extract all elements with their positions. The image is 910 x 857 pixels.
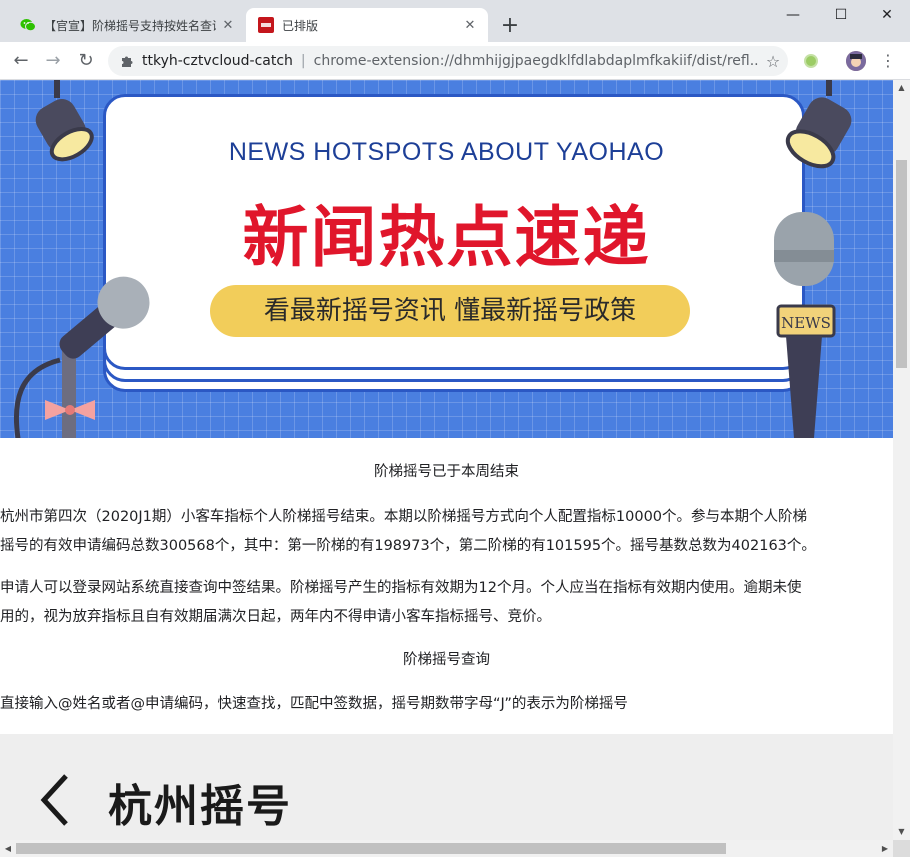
paragraph-line: 杭州市第四次（2020J1期）小客车指标个人阶梯摇号结束。本期以阶梯摇号方式向个…	[0, 509, 808, 525]
paragraph-line: 摇号的有效申请编码总数300568个，其中：第一阶梯的有198973个，第二阶梯…	[0, 538, 816, 554]
url-divider: |	[300, 53, 306, 69]
site-name: ttkyh-cztvcloud-catch	[142, 53, 293, 69]
profile-avatar[interactable]	[846, 51, 866, 71]
reload-button[interactable]: ↻	[73, 48, 99, 74]
browser-toolbar: ← → ↻ ttkyh-cztvcloud-catch | chrome-ext…	[0, 42, 910, 80]
app-screenshot-image: 杭州摇号	[0, 734, 893, 840]
scrollbar-thumb[interactable]	[896, 160, 907, 368]
new-tab-button[interactable]: +	[496, 13, 524, 41]
app-title: 杭州摇号	[108, 781, 292, 832]
chevron-left-icon	[40, 774, 68, 826]
scrollbar-corner	[893, 840, 910, 857]
forward-button[interactable]: →	[40, 48, 66, 74]
page-viewport: NEWS NEWS HOTSPOTS ABOUT YAOHAO 新闻热点速递 看…	[0, 80, 893, 840]
horizontal-scrollbar[interactable]: ◀ ▶	[0, 840, 893, 857]
banner-slogan: 看最新摇号资讯 懂最新摇号政策	[210, 285, 690, 337]
scroll-left-arrow-icon[interactable]: ◀	[0, 840, 16, 857]
article-heading: 阶梯摇号已于本周结束	[374, 464, 519, 480]
puzzle-icon	[122, 56, 133, 67]
address-bar[interactable]: ttkyh-cztvcloud-catch | chrome-extension…	[108, 46, 788, 76]
news-banner: NEWS NEWS HOTSPOTS ABOUT YAOHAO 新闻热点速递 看…	[0, 80, 893, 438]
paragraph-line: 用的，视为放弃指标且自有效期届满次日起，两年内不得申请小客车指标摇号、竞价。	[0, 609, 551, 625]
extension-status-icon[interactable]	[804, 54, 818, 68]
vertical-scrollbar[interactable]: ▲ ▼	[893, 80, 910, 840]
close-icon[interactable]: ✕	[216, 18, 240, 33]
scrollbar-thumb[interactable]	[16, 843, 726, 854]
article-subheading: 阶梯摇号查询	[403, 652, 490, 668]
bookmark-star-icon[interactable]: ☆	[758, 52, 788, 71]
wechat-icon	[20, 19, 36, 32]
banner-subtitle: NEWS HOTSPOTS ABOUT YAOHAO	[228, 138, 665, 166]
paragraph-line: 直接输入@姓名或者@申请编码，快速查找，匹配中签数据，摇号期数带字母“J”的表示…	[0, 696, 628, 712]
window-close-button[interactable]: ✕	[864, 0, 910, 30]
back-button[interactable]: ←	[8, 48, 34, 74]
mic-news-label: NEWS	[781, 314, 831, 332]
browser-titlebar: 【官宣】阶梯摇号支持按姓名查询 ✕ 已排版 ✕ + — ☐ ✕	[0, 0, 910, 42]
menu-icon[interactable]: ⋮	[878, 51, 898, 71]
url-text[interactable]: chrome-extension://dhmhijgjpaegdklfdlabd…	[314, 53, 758, 69]
scroll-right-arrow-icon[interactable]: ▶	[877, 840, 893, 857]
close-icon[interactable]: ✕	[458, 18, 482, 33]
banner-title: 新闻热点速递	[242, 199, 651, 276]
avatar-icon	[846, 51, 866, 71]
tab-title: 【官宣】阶梯摇号支持按姓名查询	[44, 18, 216, 33]
tab-typeset[interactable]: 已排版 ✕	[246, 8, 488, 42]
brand-icon	[258, 17, 274, 33]
scroll-down-arrow-icon[interactable]: ▼	[893, 824, 910, 840]
tab-title: 已排版	[282, 18, 319, 33]
scroll-up-arrow-icon[interactable]: ▲	[893, 80, 910, 96]
minimize-button[interactable]: —	[770, 0, 816, 30]
maximize-button[interactable]: ☐	[818, 0, 864, 30]
tab-wechat-article[interactable]: 【官宣】阶梯摇号支持按姓名查询 ✕	[8, 8, 246, 42]
paragraph-line: 申请人可以登录网站系统直接查询中签结果。阶梯摇号产生的指标有效期为12个月。个人…	[0, 580, 802, 596]
